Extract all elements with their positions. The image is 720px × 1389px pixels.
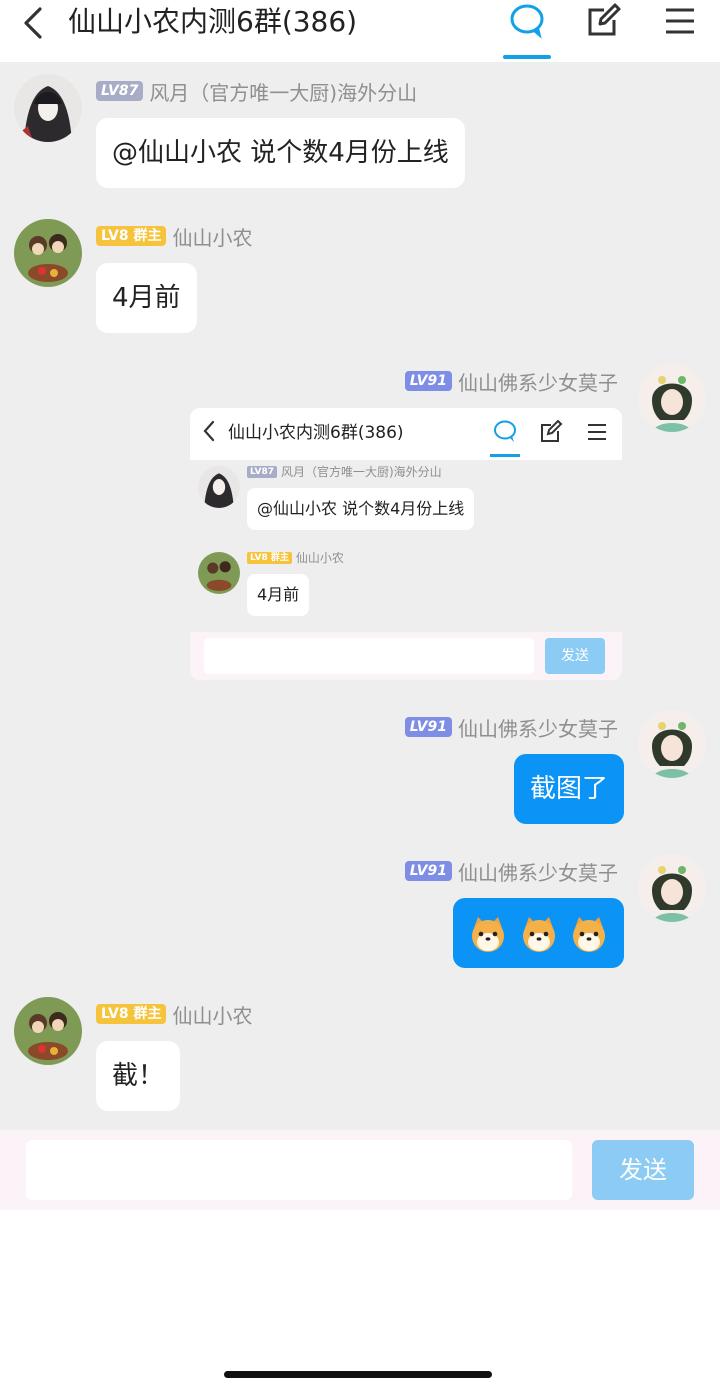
- message-bubble[interactable]: @仙山小农 说个数4月份上线: [96, 118, 465, 188]
- level-badge: LV8 群主: [96, 226, 167, 246]
- user-avatar-icon: [638, 710, 706, 778]
- sender-name[interactable]: 仙山小农: [172, 222, 252, 251]
- sender-meta: LV8 群主 仙山小农: [96, 1000, 252, 1029]
- screenshot-header: 仙山小农内测6群(386): [190, 408, 622, 460]
- back-arrow-icon[interactable]: [18, 6, 48, 40]
- active-tab-indicator: [490, 454, 520, 457]
- send-button[interactable]: 发送: [592, 1140, 694, 1200]
- avatar[interactable]: [14, 997, 82, 1065]
- avatar[interactable]: [638, 710, 706, 778]
- level-badge: LV91: [404, 861, 452, 881]
- sender-name[interactable]: 仙山佛系少女莫子: [458, 367, 618, 396]
- screenshot-composer: 发送: [190, 632, 622, 680]
- level-badge: LV87: [96, 81, 144, 101]
- sender-name: 风月（官方唯一大厨)海外分山: [281, 465, 442, 479]
- sender-name[interactable]: 仙山小农: [172, 1000, 252, 1029]
- owner-badge: 群主: [133, 1006, 162, 1022]
- chat-bubble-icon: [494, 420, 516, 442]
- shiba-dog-emoji-icon: [472, 916, 505, 952]
- screenshot-title: 仙山小农内测6群(386): [228, 423, 404, 443]
- level-badge: LV91: [404, 717, 452, 737]
- edit-icon: [541, 419, 563, 442]
- edit-icon[interactable]: [584, 2, 624, 40]
- avatar[interactable]: [638, 364, 706, 432]
- level-badge: LV91: [404, 371, 452, 391]
- screenshot-message-list: LV87 风月（官方唯一大厨)海外分山 @仙山小农 说个数4月份上线 LV8 群…: [190, 460, 622, 632]
- message-bubble: 4月前: [247, 574, 310, 616]
- screenshot-input: [204, 638, 534, 674]
- user-avatar-icon: [14, 219, 82, 287]
- avatar: [198, 466, 240, 508]
- shiba-dog-emoji-icon: [522, 916, 555, 952]
- sender-meta: LV8 群主 仙山小农: [96, 222, 252, 251]
- menu-icon[interactable]: [660, 2, 700, 40]
- message-bubble[interactable]: 4月前: [96, 263, 197, 333]
- chat-bubble-icon[interactable]: [507, 2, 547, 40]
- sender-name: 仙山小农: [295, 551, 344, 565]
- sender-meta: LV91 仙山佛系少女莫子: [404, 857, 618, 886]
- active-tab-indicator: [503, 55, 551, 59]
- message-composer: 发送: [0, 1130, 720, 1210]
- user-avatar-icon: [638, 854, 706, 922]
- menu-icon: [588, 424, 606, 440]
- message-list[interactable]: LV87 风月（官方唯一大厨)海外分山 @仙山小农 说个数4月份上线 LV8 群…: [0, 62, 720, 1130]
- message-input[interactable]: [26, 1140, 572, 1200]
- sender-meta: LV87 风月（官方唯一大厨)海外分山: [247, 463, 442, 480]
- avatar[interactable]: [638, 854, 706, 922]
- owner-badge: 群主: [133, 228, 162, 244]
- sender-meta: LV91 仙山佛系少女莫子: [404, 367, 618, 396]
- emoji-bubble[interactable]: [453, 898, 624, 968]
- group-title: 仙山小农内测6群(386): [68, 5, 358, 38]
- sender-name[interactable]: 仙山佛系少女莫子: [458, 713, 618, 742]
- chat-header: 仙山小农内测6群(386): [0, 0, 720, 62]
- avatar[interactable]: [14, 219, 82, 287]
- sender-meta: LV8 群主 仙山小农: [247, 549, 344, 566]
- avatar: [198, 552, 240, 594]
- back-arrow-icon: [203, 420, 215, 442]
- user-avatar-icon: [14, 997, 82, 1065]
- sender-name[interactable]: 风月（官方唯一大厨)海外分山: [149, 77, 417, 106]
- screenshot-image[interactable]: 仙山小农内测6群(386) LV87 风月（官方唯一大厨)海外分山 @仙山小农 …: [190, 408, 622, 680]
- level-badge: LV8 群主: [96, 1004, 167, 1024]
- level-badge: LV87: [247, 465, 277, 478]
- level-badge: LV8 群主: [247, 551, 292, 564]
- sender-meta: LV87 风月（官方唯一大厨)海外分山: [96, 77, 417, 106]
- user-avatar-icon: [198, 552, 240, 594]
- shiba-dog-emoji-icon: [573, 916, 605, 952]
- sender-name[interactable]: 仙山佛系少女莫子: [458, 857, 618, 886]
- user-avatar-icon: [638, 364, 706, 432]
- screenshot-send-button: 发送: [545, 638, 605, 674]
- sender-meta: LV91 仙山佛系少女莫子: [404, 713, 618, 742]
- user-avatar-icon: [198, 466, 240, 508]
- home-indicator[interactable]: [224, 1371, 492, 1378]
- message-bubble[interactable]: 截图了: [513, 754, 624, 824]
- message-bubble[interactable]: 截！: [96, 1041, 181, 1111]
- user-avatar-icon: [14, 74, 82, 142]
- message-bubble: @仙山小农 说个数4月份上线: [247, 488, 475, 530]
- avatar[interactable]: [14, 74, 82, 142]
